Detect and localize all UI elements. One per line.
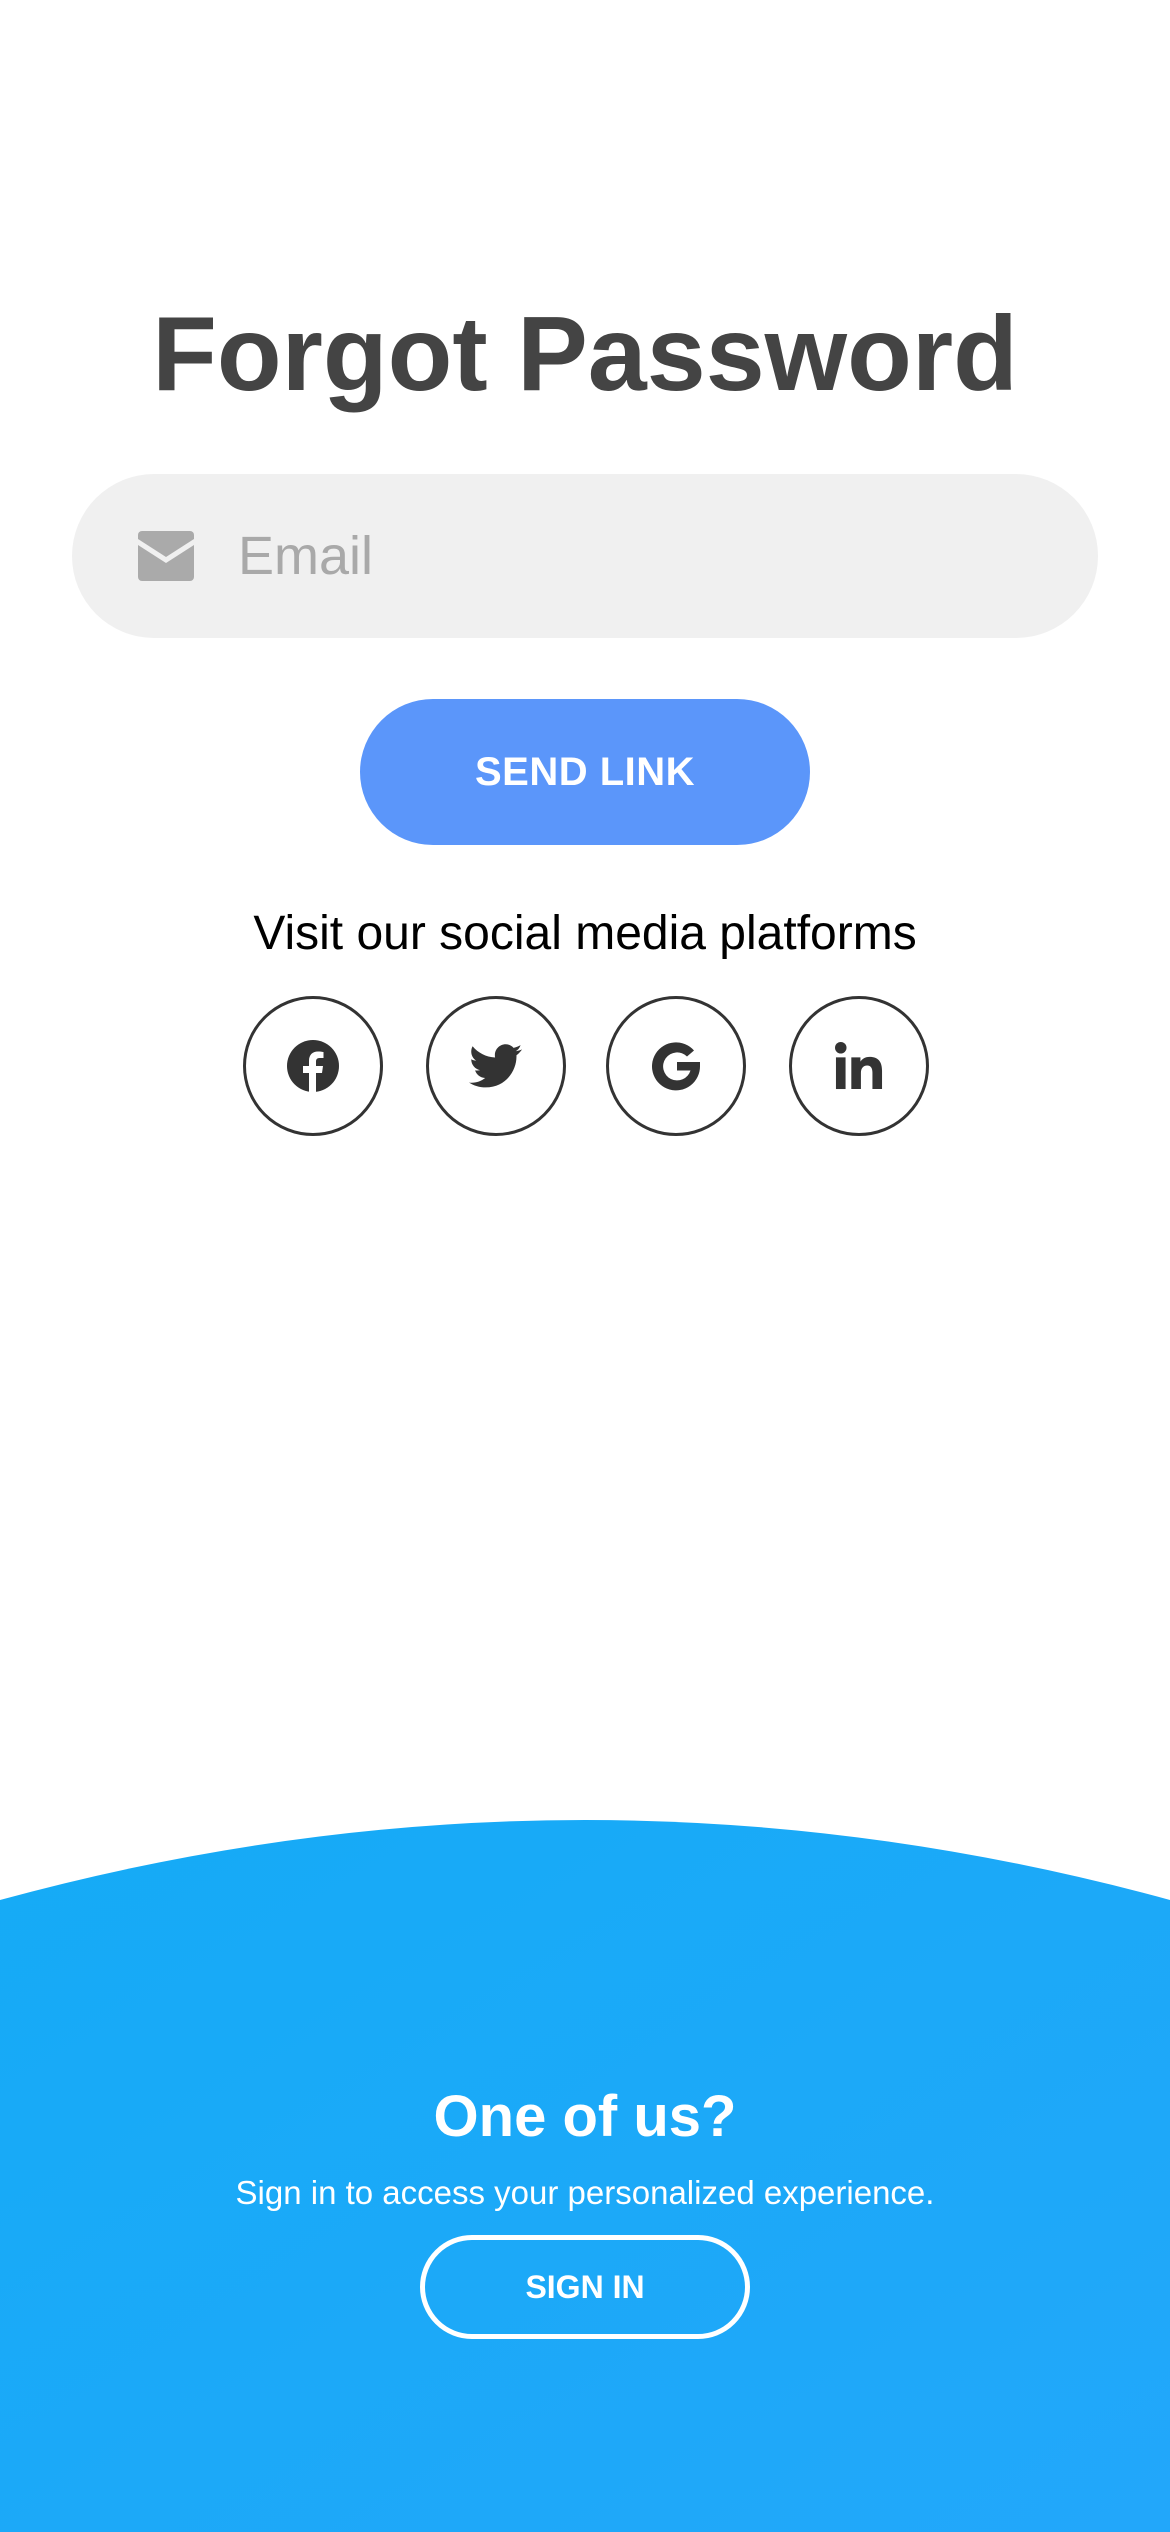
twitter-button[interactable] — [426, 996, 566, 1136]
social-heading: Visit our social media platforms — [253, 907, 917, 960]
panel-title: One of us? — [433, 2084, 737, 2149]
page-title: Forgot Password — [152, 295, 1018, 413]
email-field[interactable] — [72, 474, 1098, 638]
panel-subtitle: Sign in to access your personalized expe… — [235, 2174, 935, 2211]
google-button[interactable] — [606, 996, 746, 1136]
facebook-icon — [287, 1040, 339, 1092]
sign-in-button[interactable]: SIGN IN — [420, 2235, 750, 2339]
envelope-icon — [138, 531, 194, 581]
linkedin-icon — [835, 1042, 883, 1090]
social-links — [0, 996, 1170, 1136]
send-link-button[interactable]: SEND LINK — [360, 699, 810, 845]
twitter-icon — [469, 1043, 523, 1087]
facebook-button[interactable] — [243, 996, 383, 1136]
forgot-password-page: Forgot Password SEND LINK Visit our soci… — [0, 0, 1170, 2532]
linkedin-button[interactable] — [789, 996, 929, 1136]
email-input[interactable] — [238, 506, 1058, 606]
google-icon — [652, 1042, 701, 1091]
